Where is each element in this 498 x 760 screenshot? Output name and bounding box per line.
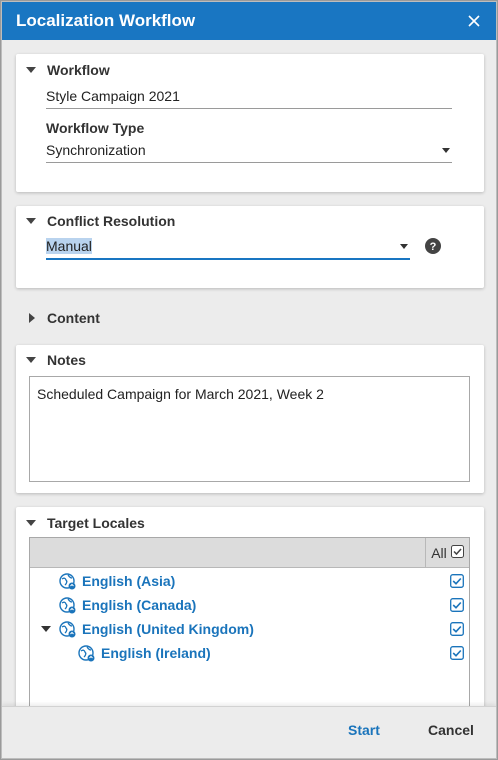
globe-sync-icon bbox=[59, 596, 76, 614]
collapse-caret-icon bbox=[26, 218, 36, 224]
locale-label: English (Canada) bbox=[82, 597, 197, 613]
conflict-resolution-select[interactable]: Manual bbox=[46, 238, 410, 260]
workflow-name-value: Style Campaign 2021 bbox=[46, 88, 180, 104]
notes-section-header[interactable]: Notes bbox=[26, 350, 86, 370]
notes-section-title: Notes bbox=[47, 352, 86, 368]
close-icon[interactable] bbox=[464, 11, 484, 31]
help-icon[interactable]: ? bbox=[425, 238, 441, 254]
locale-table: All English (Asia) English (Canada) Engl… bbox=[29, 537, 470, 707]
globe-sync-icon bbox=[59, 620, 76, 638]
workflow-section-title: Workflow bbox=[47, 62, 110, 78]
checkbox-checked-icon[interactable] bbox=[450, 574, 464, 588]
conflict-section-title: Conflict Resolution bbox=[47, 213, 176, 229]
target-locales-title: Target Locales bbox=[47, 515, 145, 531]
checkbox-checked-icon[interactable] bbox=[450, 646, 464, 660]
collapse-caret-icon bbox=[26, 357, 36, 363]
conflict-resolution-value: Manual bbox=[46, 238, 92, 254]
select-all-cell[interactable]: All bbox=[425, 538, 469, 567]
dialog-footer: Start Cancel bbox=[2, 706, 496, 758]
notes-text: Scheduled Campaign for March 2021, Week … bbox=[37, 386, 324, 402]
collapse-caret-icon bbox=[26, 520, 36, 526]
dropdown-arrow-icon bbox=[400, 243, 408, 249]
notes-textarea[interactable]: Scheduled Campaign for March 2021, Week … bbox=[29, 376, 470, 482]
svg-text:?: ? bbox=[430, 241, 437, 253]
locale-table-header: All bbox=[30, 538, 469, 568]
target-locales-section: Target Locales All English (Asia) Englis… bbox=[16, 507, 484, 708]
globe-sync-icon bbox=[59, 572, 76, 590]
select-all-label: All bbox=[431, 544, 447, 561]
content-section-title: Content bbox=[47, 310, 100, 326]
target-locales-header[interactable]: Target Locales bbox=[26, 513, 145, 533]
checkbox-checked-icon[interactable] bbox=[450, 622, 464, 636]
workflow-section-header[interactable]: Workflow bbox=[26, 60, 110, 80]
locale-row-english-united-kingdom[interactable]: English (United Kingdom) bbox=[30, 617, 469, 641]
workflow-section: Workflow Style Campaign 2021 Workflow Ty… bbox=[16, 54, 484, 192]
cancel-button[interactable]: Cancel bbox=[428, 722, 474, 738]
locale-label: English (United Kingdom) bbox=[82, 621, 254, 637]
checkbox-checked-icon[interactable] bbox=[450, 598, 464, 612]
conflict-section-header[interactable]: Conflict Resolution bbox=[26, 211, 175, 231]
workflow-type-select[interactable]: Synchronization bbox=[46, 142, 452, 163]
conflict-resolution-section: Conflict Resolution Manual ? bbox=[16, 206, 484, 288]
content-section-header[interactable]: Content bbox=[27, 308, 100, 328]
notes-section: Notes Scheduled Campaign for March 2021,… bbox=[16, 345, 484, 493]
start-button[interactable]: Start bbox=[348, 722, 380, 738]
workflow-type-label: Workflow Type bbox=[46, 120, 145, 136]
collapse-caret-icon bbox=[26, 67, 36, 73]
dropdown-arrow-icon bbox=[442, 147, 450, 153]
expand-caret-icon bbox=[29, 313, 35, 323]
dialog-title: Localization Workflow bbox=[16, 11, 196, 30]
dialog-titlebar: Localization Workflow bbox=[2, 2, 496, 40]
locale-label: English (Ireland) bbox=[101, 645, 211, 661]
tree-expand-caret-icon[interactable] bbox=[41, 626, 51, 632]
select-all-checkbox-icon[interactable] bbox=[450, 544, 464, 561]
locale-row-english-asia[interactable]: English (Asia) bbox=[30, 569, 469, 593]
workflow-type-value: Synchronization bbox=[46, 142, 146, 158]
globe-sync-icon bbox=[78, 644, 95, 662]
dialog-body: Workflow Style Campaign 2021 Workflow Ty… bbox=[2, 40, 496, 708]
workflow-name-field[interactable]: Style Campaign 2021 bbox=[46, 88, 452, 109]
locale-label: English (Asia) bbox=[82, 573, 176, 589]
localization-workflow-dialog: Localization Workflow Workflow Style Cam… bbox=[1, 1, 497, 759]
locale-row-english-ireland[interactable]: English (Ireland) bbox=[30, 641, 469, 665]
locale-row-english-canada[interactable]: English (Canada) bbox=[30, 593, 469, 617]
